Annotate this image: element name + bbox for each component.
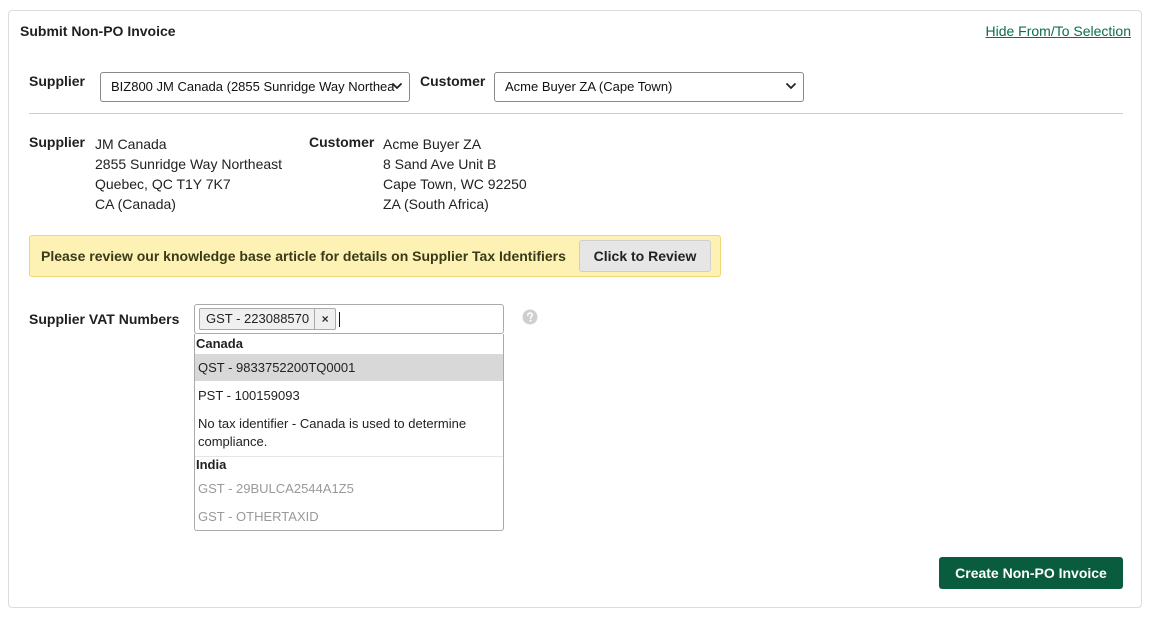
supplier-address-label: Supplier: [29, 134, 86, 150]
group-divider: [195, 456, 503, 457]
remove-chip-icon[interactable]: ×: [314, 309, 335, 329]
supplier-address: JM Canada 2855 Sunridge Way Northeast Qu…: [95, 134, 282, 214]
address-line: Cape Town, WC 92250: [383, 176, 527, 192]
click-to-review-button[interactable]: Click to Review: [579, 240, 711, 272]
address-line: Acme Buyer ZA: [383, 136, 482, 152]
dropdown-option[interactable]: QST - 9833752200TQ0001: [195, 354, 503, 381]
hide-from-to-link[interactable]: Hide From/To Selection: [985, 23, 1131, 39]
text-cursor: [339, 312, 340, 327]
customer-select-label: Customer: [420, 73, 486, 89]
dropdown-option-disabled: GST - OTHERTAXID: [198, 509, 319, 524]
vat-dropdown: Canada QST - 9833752200TQ0001 PST - 1001…: [194, 334, 504, 531]
address-line: 8 Sand Ave Unit B: [383, 156, 497, 172]
supplier-select[interactable]: BIZ800 JM Canada (2855 Sunridge Way Nort…: [100, 72, 410, 102]
vat-chip-label: GST - 223088570: [206, 311, 310, 326]
dropdown-option-disabled: GST - 29BULCA2544A1Z5: [198, 481, 354, 496]
page-title: Submit Non-PO Invoice: [20, 23, 176, 39]
address-line: JM Canada: [95, 136, 167, 152]
vat-numbers-label: Supplier VAT Numbers: [29, 311, 180, 327]
invoice-panel: Submit Non-PO Invoice Hide From/To Selec…: [8, 10, 1142, 608]
group-label-india: India: [196, 457, 227, 472]
dropdown-option[interactable]: PST - 100159093: [195, 382, 503, 409]
chevron-down-icon: [392, 83, 402, 89]
address-line: 2855 Sunridge Way Northeast: [95, 156, 283, 172]
tax-identifier-notice: Please review our knowledge base article…: [29, 235, 721, 277]
customer-address: Acme Buyer ZA 8 Sand Ave Unit B Cape Tow…: [383, 134, 527, 214]
address-line: CA (Canada): [95, 196, 176, 212]
customer-select[interactable]: Acme Buyer ZA (Cape Town): [494, 72, 804, 102]
address-line: Quebec, QC T1Y 7K7: [95, 176, 231, 192]
section-divider: [29, 113, 1123, 114]
supplier-select-label: Supplier: [29, 73, 86, 89]
create-non-po-invoice-button[interactable]: Create Non-PO Invoice: [939, 557, 1123, 589]
vat-numbers-input[interactable]: GST - 223088570 ×: [194, 304, 504, 334]
address-line: ZA (South Africa): [383, 196, 489, 212]
chevron-down-icon: [786, 83, 796, 89]
customer-address-label: Customer: [309, 134, 375, 150]
supplier-select-value: BIZ800 JM Canada (2855 Sunridge Way Nort…: [111, 79, 395, 94]
notice-text: Please review our knowledge base article…: [41, 248, 566, 264]
dropdown-option[interactable]: No tax identifier - Canada is used to de…: [195, 410, 503, 456]
customer-select-value: Acme Buyer ZA (Cape Town): [505, 79, 673, 94]
vat-chip: GST - 223088570 ×: [199, 308, 337, 330]
help-icon[interactable]: [522, 309, 538, 325]
group-label-canada: Canada: [196, 336, 243, 351]
